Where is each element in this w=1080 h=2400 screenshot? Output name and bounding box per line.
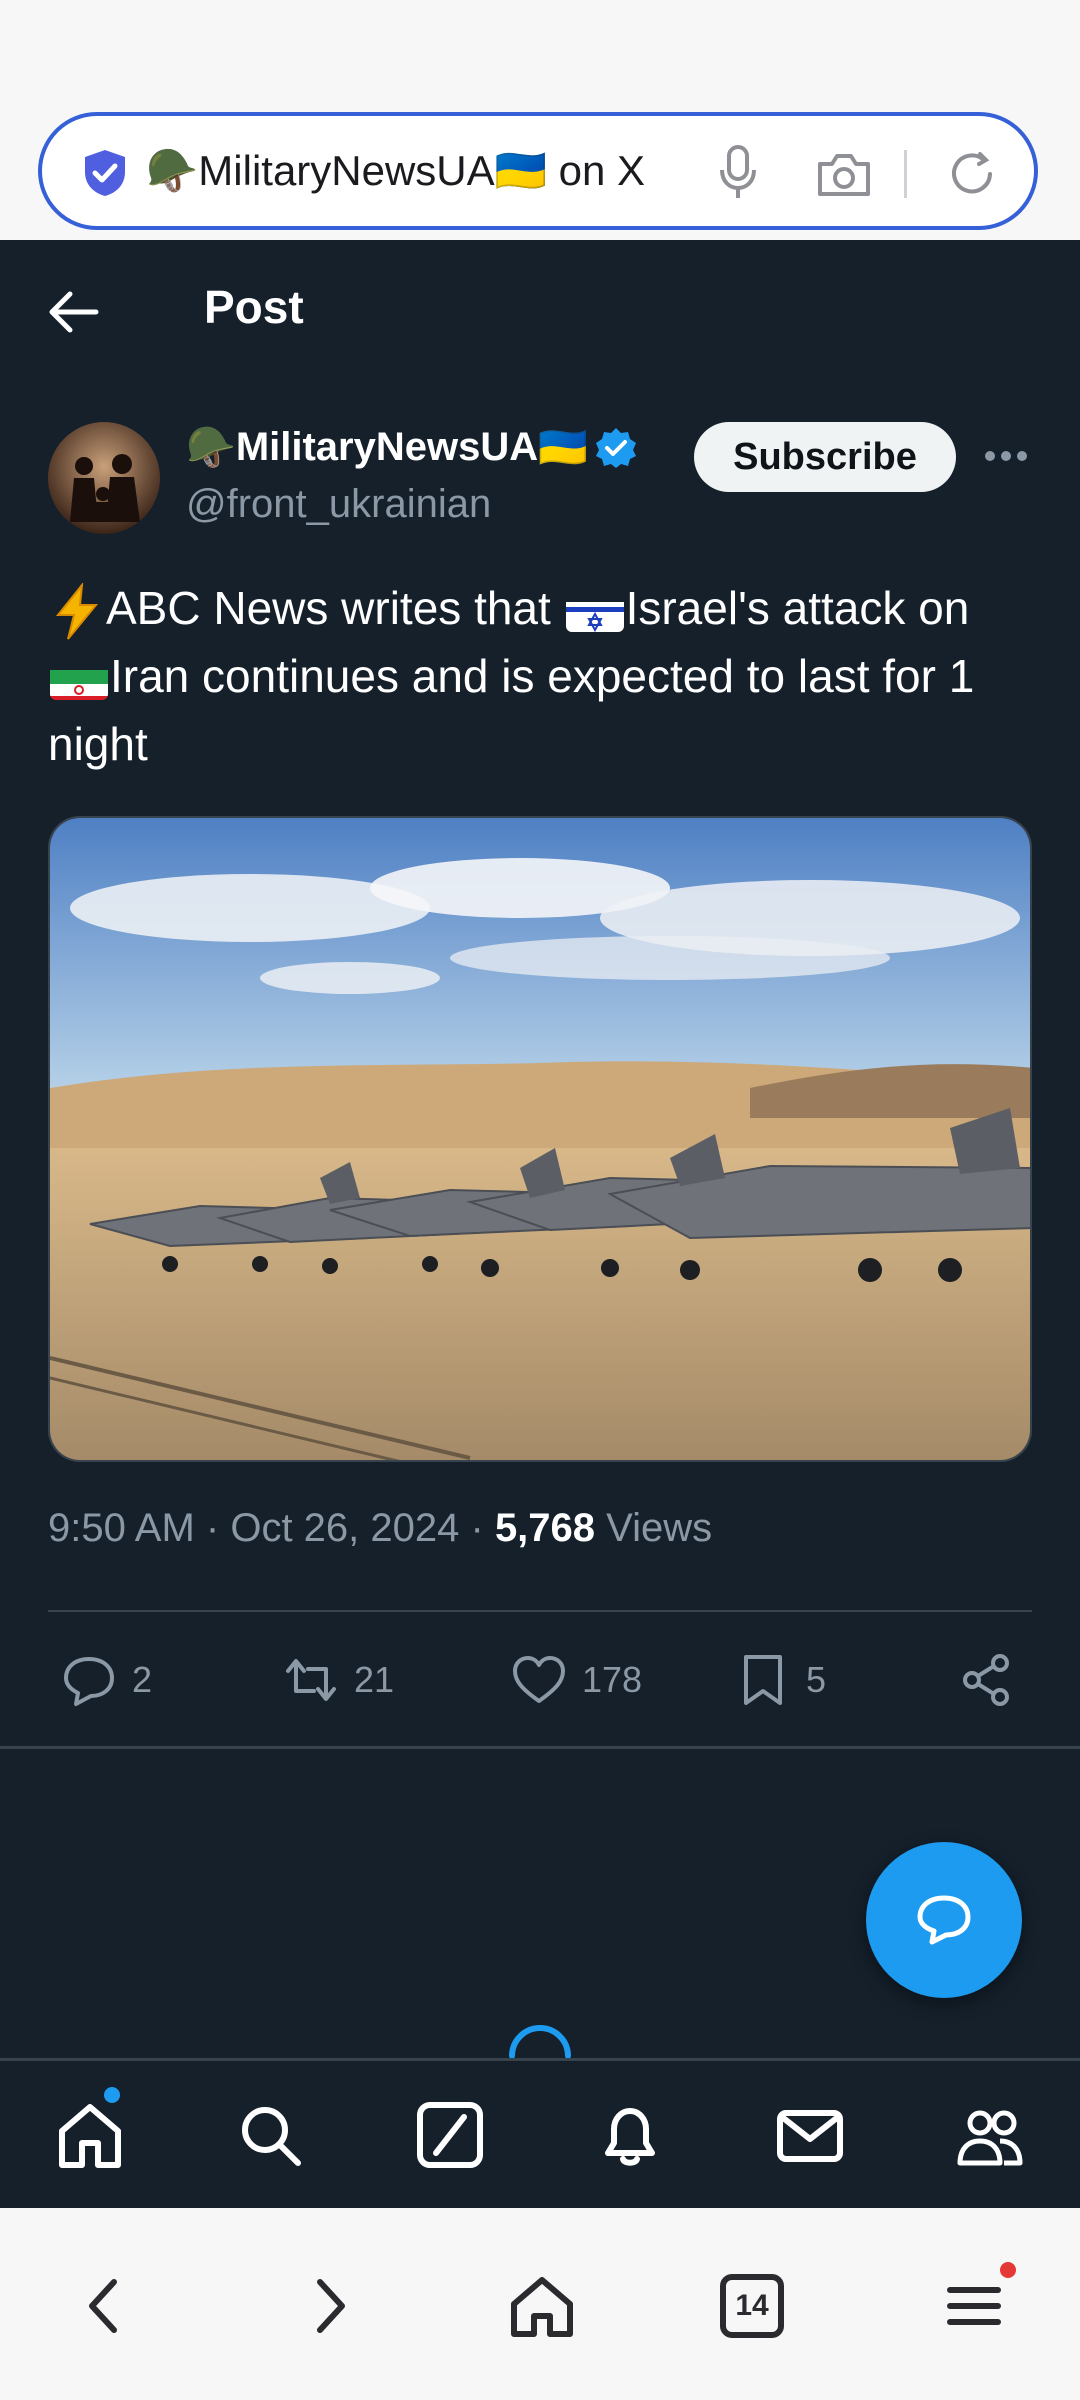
shield-check-icon	[85, 150, 125, 196]
reply-icon	[64, 1657, 114, 1706]
views-count[interactable]: 5,768	[495, 1506, 595, 1550]
author-name-row[interactable]: 🪖 MilitaryNewsUA 🇺🇦	[186, 424, 638, 471]
ukraine-flag-emoji: 🇺🇦	[538, 426, 588, 470]
post-image[interactable]	[48, 816, 1032, 1462]
post-header: Post	[0, 240, 1080, 380]
share-icon	[963, 1654, 1009, 1706]
search-icon[interactable]	[234, 2099, 306, 2171]
camera-icon[interactable]	[816, 150, 872, 198]
subscribe-button[interactable]: Subscribe	[694, 422, 956, 492]
compose-reply-button[interactable]	[866, 1842, 1022, 1998]
address-bar[interactable]: 🪖MilitaryNewsUA🇺🇦 on X	[38, 112, 1038, 230]
reply-button[interactable]: 2	[60, 1640, 152, 1720]
avatar-image	[48, 422, 160, 534]
notifications-bell-icon[interactable]	[594, 2099, 666, 2171]
iran-flag-emoji	[50, 660, 108, 700]
post-time: 9:50 AM	[48, 1506, 195, 1550]
author-name: MilitaryNewsUA	[235, 425, 539, 469]
address-bar-title: 🪖MilitaryNewsUA🇺🇦 on X	[146, 147, 646, 194]
israel-flag-emoji	[565, 592, 624, 632]
menu-notification-dot	[1000, 2262, 1016, 2278]
views-label: Views	[606, 1506, 713, 1550]
repost-count: 21	[354, 1659, 395, 1700]
browser-forward-icon[interactable]	[292, 2270, 364, 2342]
fighter-jets-photo	[50, 818, 1030, 1460]
post-text: ABC News writes that Israel's attack on …	[48, 574, 1038, 778]
grok-icon[interactable]	[414, 2099, 486, 2171]
like-button[interactable]: 178	[510, 1640, 642, 1720]
author-handle[interactable]: @front_ukrainian	[186, 482, 491, 527]
bookmark-button[interactable]: 5	[734, 1640, 826, 1720]
post-actions: 2 21 178 5	[0, 1640, 1080, 1720]
meta-separator: ·	[205, 1506, 231, 1550]
bottom-navigation	[0, 2058, 1080, 2209]
post-meta: 9:50 AM · Oct 26, 2024 · 5,768 Views	[48, 1506, 712, 1551]
chat-bubble-icon	[917, 1895, 971, 1945]
verified-badge-icon	[595, 427, 636, 468]
repost-button[interactable]: 21	[282, 1640, 394, 1720]
post-text-part-2: Israel's attack on	[625, 582, 970, 634]
browser-toolbar: 🪖MilitaryNewsUA🇺🇦 on X	[0, 0, 1080, 240]
post-text-part-3: Iran continues and is expected to last f…	[48, 650, 975, 770]
microphone-icon[interactable]	[718, 144, 758, 200]
post-text-part-1: ABC News writes that	[106, 582, 564, 634]
loading-spinner-icon	[509, 2025, 571, 2058]
notification-dot	[104, 2087, 120, 2103]
author-avatar[interactable]	[48, 422, 160, 534]
heart-icon	[513, 1656, 565, 1703]
communities-icon[interactable]	[954, 2099, 1026, 2171]
browser-back-icon[interactable]	[70, 2270, 142, 2342]
meta-separator: ·	[470, 1506, 495, 1550]
helmet-emoji: 🪖	[186, 426, 236, 470]
lightning-emoji-icon	[55, 582, 99, 640]
post-date: Oct 26, 2024	[230, 1506, 460, 1550]
page-title: Post	[204, 281, 304, 333]
home-icon[interactable]	[54, 2099, 126, 2171]
reload-icon[interactable]	[946, 148, 998, 200]
back-arrow-icon[interactable]	[48, 290, 100, 334]
repost-icon	[286, 1659, 336, 1701]
address-bar-divider	[904, 150, 907, 198]
browser-home-icon[interactable]	[506, 2270, 578, 2342]
reply-count: 2	[132, 1659, 153, 1700]
more-options-icon[interactable]	[984, 446, 1028, 466]
like-count: 178	[582, 1659, 643, 1700]
divider	[48, 1610, 1032, 1612]
browser-bottom-bar: 14	[0, 2208, 1080, 2400]
divider	[0, 1746, 1080, 1749]
messages-envelope-icon[interactable]	[774, 2099, 846, 2171]
bookmark-count: 5	[806, 1659, 827, 1700]
browser-menu-icon[interactable]	[938, 2270, 1010, 2342]
share-button[interactable]	[958, 1640, 1030, 1720]
bookmark-icon	[744, 1655, 782, 1705]
tabs-count-button[interactable]: 14	[720, 2274, 784, 2338]
